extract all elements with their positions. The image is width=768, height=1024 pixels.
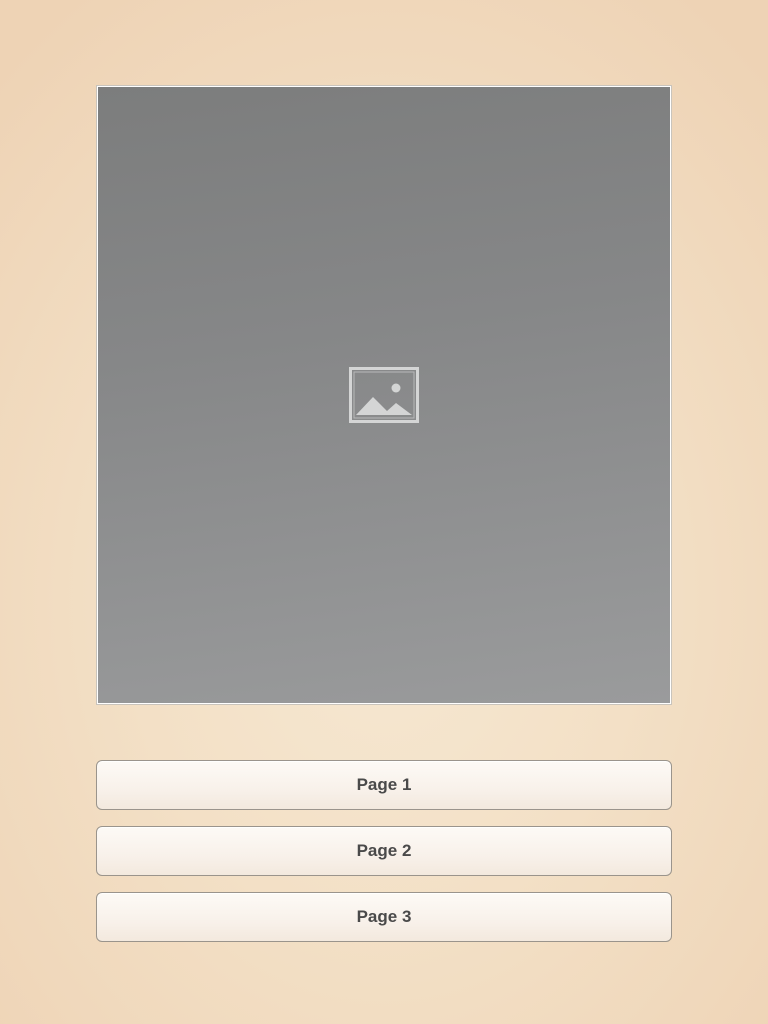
page-2-button[interactable]: Page 2 (96, 826, 672, 876)
image-placeholder-icon (349, 367, 419, 423)
page-1-button[interactable]: Page 1 (96, 760, 672, 810)
image-placeholder (98, 87, 670, 703)
page-3-button[interactable]: Page 3 (96, 892, 672, 942)
image-frame (96, 85, 672, 705)
